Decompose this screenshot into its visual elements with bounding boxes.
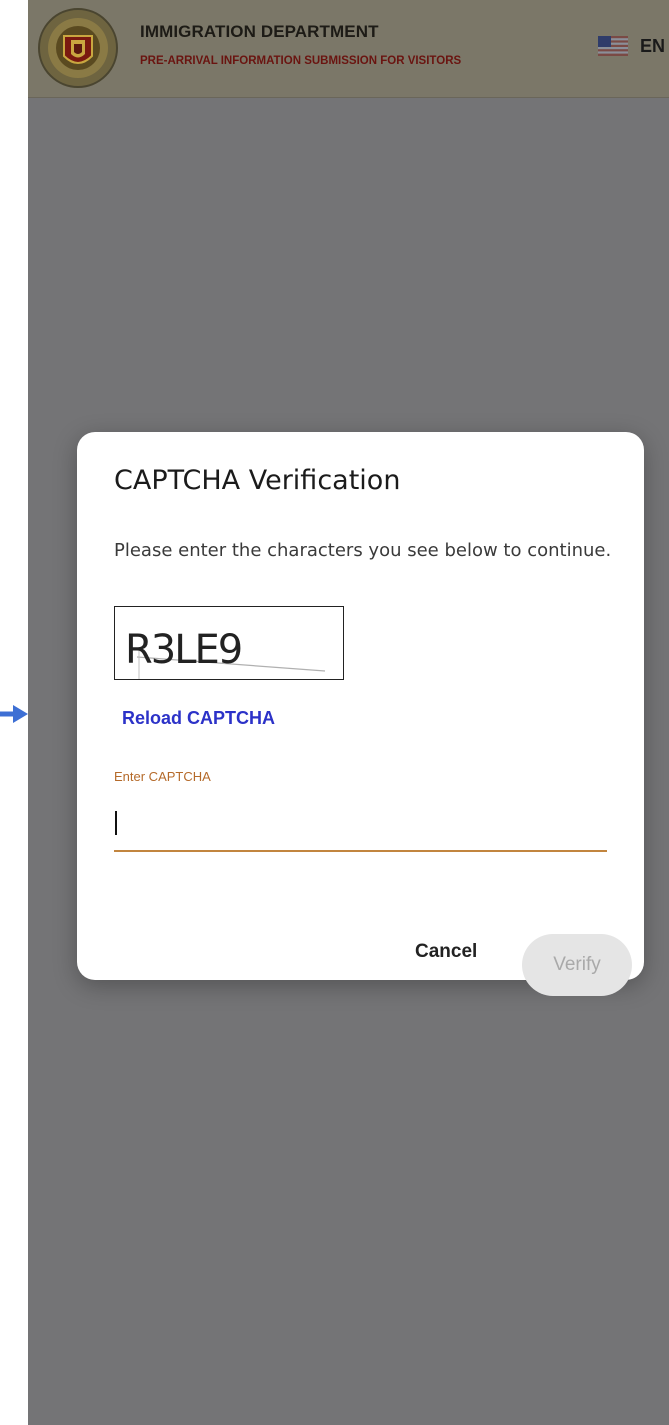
reload-captcha-link[interactable]: Reload CAPTCHA: [122, 708, 275, 729]
cancel-button[interactable]: Cancel: [415, 937, 477, 967]
captcha-dialog: CAPTCHA Verification Please enter the ch…: [77, 432, 644, 996]
immigration-seal-logo: [38, 8, 118, 88]
dialog-title: CAPTCHA Verification: [114, 465, 401, 496]
verify-button[interactable]: Verify: [522, 934, 632, 996]
us-flag-icon: [598, 36, 628, 56]
left-gutter: [0, 0, 28, 1425]
language-selector[interactable]: EN: [598, 34, 665, 58]
arrow-right-icon: [0, 705, 28, 723]
captcha-characters: R3LE9: [125, 627, 241, 673]
header-subtitle: PRE-ARRIVAL INFORMATION SUBMISSION FOR V…: [140, 55, 462, 67]
app-header: IMMIGRATION DEPARTMENT PRE-ARRIVAL INFOR…: [28, 0, 669, 98]
header-title: IMMIGRATION DEPARTMENT: [140, 22, 379, 41]
dialog-message: Please enter the characters you see belo…: [114, 540, 612, 561]
captcha-image-graphic: R3LE9: [125, 627, 326, 679]
captcha-input[interactable]: [114, 802, 607, 852]
text-caret: [115, 811, 117, 835]
captcha-input-label: Enter CAPTCHA: [114, 769, 211, 784]
captcha-image: R3LE9: [114, 606, 344, 680]
language-label: EN: [640, 35, 666, 56]
